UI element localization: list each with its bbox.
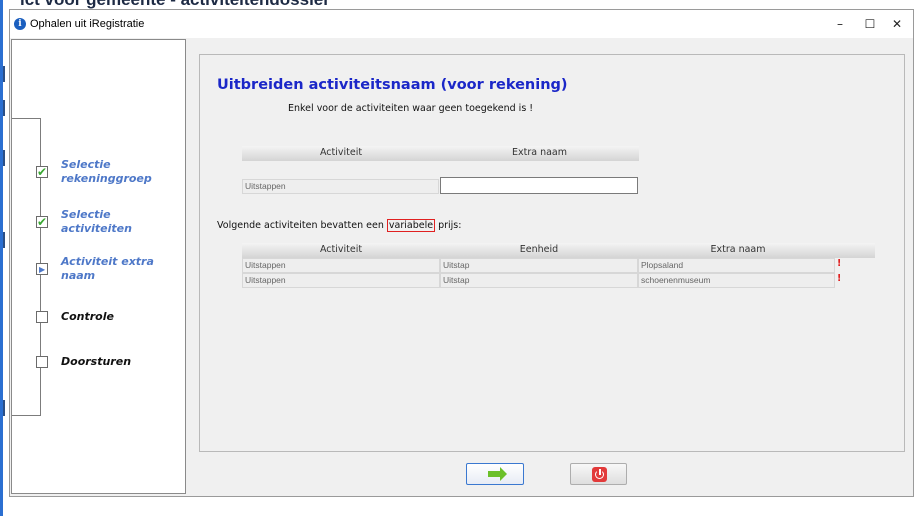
checkbox-pending — [36, 311, 48, 323]
power-icon — [592, 467, 607, 482]
step-label: Doorsturen — [61, 355, 132, 368]
cell-eenheid: Uitstap — [440, 258, 638, 273]
wizard-steps-sidebar: ✔ Selectie rekeninggroep ✔ Selectie acti… — [11, 39, 186, 494]
steps-connector-bottom — [12, 415, 41, 416]
next-button[interactable] — [466, 463, 524, 485]
variable-price-notice: Volgende activiteiten bevatten een varia… — [217, 219, 462, 232]
page-title: Uitbreiden activiteitsnaam (voor rekenin… — [217, 77, 568, 93]
column-header-activiteit: Activiteit — [319, 244, 363, 255]
info-icon: i — [14, 18, 26, 30]
checkbox-done: ✔ — [36, 165, 48, 179]
checkbox-done: ✔ — [36, 215, 48, 229]
warning-mark: ! — [837, 258, 842, 269]
checkmark-icon: ✔ — [37, 215, 48, 229]
next-arrow-icon — [488, 467, 507, 481]
background-app-title: ict voor gemeente - activiteitendossier — [20, 0, 330, 9]
checkbox-current: ▶ — [36, 263, 48, 275]
page-subtitle: Enkel voor de activiteiten waar geen toe… — [288, 103, 534, 114]
dialog-client-area: ✔ Selectie rekeninggroep ✔ Selectie acti… — [10, 38, 913, 496]
table1-cell-activiteit: Uitstappen — [242, 179, 439, 194]
steps-connector-top — [12, 118, 41, 119]
content-panel: Uitbreiden activiteitsnaam (voor rekenin… — [199, 54, 905, 452]
column-header-eenheid: Eenheid — [519, 244, 559, 255]
step-label: Activiteit extra naam — [61, 255, 154, 282]
title-bar[interactable]: i Ophalen uit iRegistratie – ☐ ✕ — [10, 10, 913, 38]
cell-extra-naam[interactable]: schoenenmuseum — [638, 273, 835, 288]
checkmark-icon: ✔ — [37, 165, 48, 179]
warning-mark: ! — [837, 273, 842, 284]
step-label: Controle — [61, 310, 114, 323]
column-header-extra-naam: Extra naam — [710, 244, 766, 255]
maximize-button[interactable]: ☐ — [855, 14, 885, 34]
background-app-strip: ict voor gemeente - activiteitendossier — [0, 0, 914, 9]
column-header-extra-naam: Extra naam — [511, 147, 567, 158]
extra-naam-input[interactable] — [440, 177, 638, 194]
cell-eenheid: Uitstap — [440, 273, 638, 288]
variable-highlight: variabele — [386, 219, 436, 232]
cell-activiteit: Uitstappen — [242, 273, 440, 288]
column-header-activiteit: Activiteit — [319, 147, 363, 158]
step-label: Selectie rekeninggroep — [61, 158, 152, 185]
table1-header: Activiteit Extra naam — [242, 146, 639, 161]
close-button[interactable]: ✕ — [882, 14, 912, 34]
play-arrow-icon: ▶ — [39, 265, 46, 274]
minimize-button[interactable]: – — [825, 14, 855, 34]
step-label: Selectie activiteiten — [61, 208, 132, 235]
checkbox-pending — [36, 356, 48, 368]
stop-button[interactable] — [570, 463, 627, 485]
cell-extra-naam[interactable]: Plopsaland — [638, 258, 835, 273]
window-title: Ophalen uit iRegistratie — [30, 18, 145, 30]
table2-header: Activiteit Eenheid Extra naam — [242, 243, 875, 258]
dialog-window: i Ophalen uit iRegistratie – ☐ ✕ ✔ Selec… — [9, 9, 914, 497]
cell-activiteit: Uitstappen — [242, 258, 440, 273]
